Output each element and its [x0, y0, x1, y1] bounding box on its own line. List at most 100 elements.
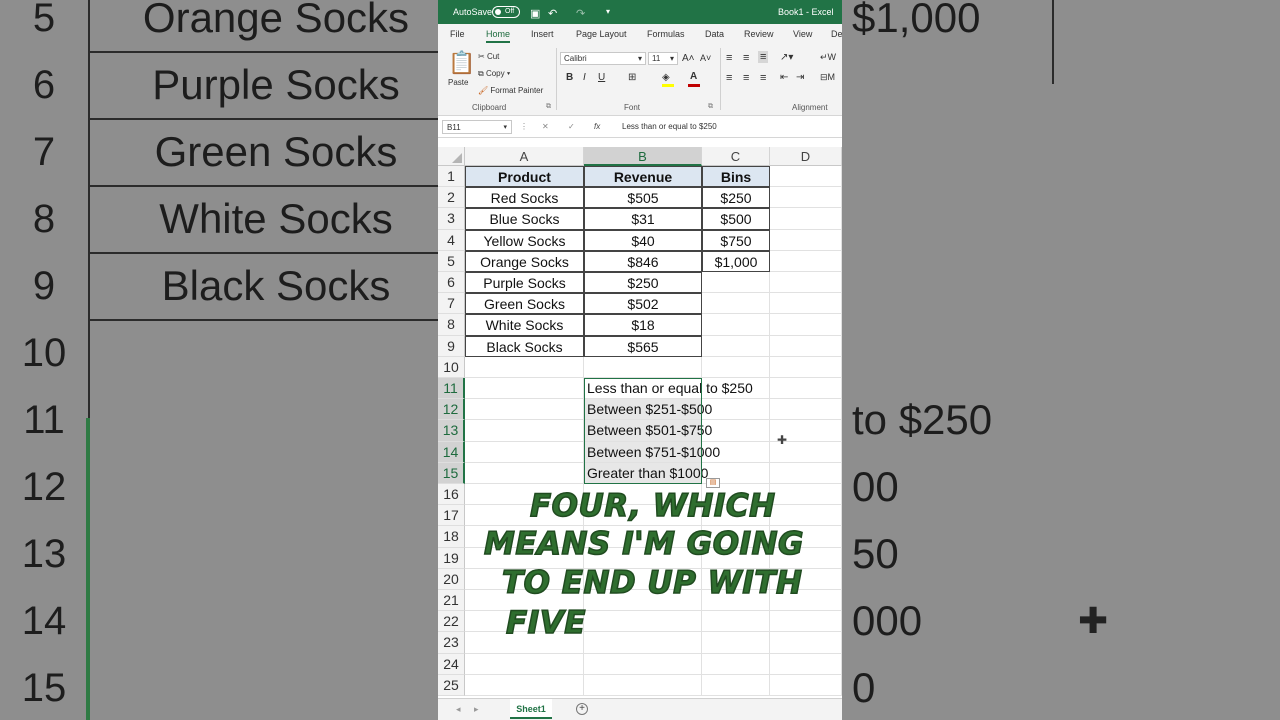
- sheet-tab-sheet1[interactable]: Sheet1: [510, 699, 552, 719]
- bin-label-cell[interactable]: Greater than $1000: [584, 462, 708, 484]
- orientation-icon[interactable]: ↗▾: [780, 52, 793, 63]
- revenue-cell[interactable]: $250: [584, 272, 702, 294]
- row-header-21[interactable]: 21: [438, 590, 465, 612]
- row-header-7[interactable]: 7: [438, 293, 465, 315]
- tab-page-layout[interactable]: Page Layout: [576, 29, 627, 39]
- header-cell-revenue[interactable]: Revenue: [584, 166, 702, 188]
- empty-cell[interactable]: [702, 420, 770, 442]
- revenue-cell[interactable]: $31: [584, 208, 702, 230]
- align-center-icon[interactable]: ≡: [743, 72, 749, 84]
- empty-cell[interactable]: [770, 674, 842, 696]
- product-cell[interactable]: Orange Socks: [465, 250, 584, 272]
- empty-cell[interactable]: [770, 611, 842, 633]
- row-header-19[interactable]: 19: [438, 547, 465, 569]
- empty-cell[interactable]: [770, 378, 842, 400]
- copy-button[interactable]: ⧉ Copy ▾: [478, 69, 510, 79]
- align-bottom-icon[interactable]: ≡: [758, 51, 769, 63]
- product-cell[interactable]: Black Socks: [465, 335, 584, 357]
- align-middle-icon[interactable]: ≡: [743, 52, 749, 64]
- empty-cell[interactable]: [465, 441, 584, 463]
- empty-cell[interactable]: [702, 653, 770, 675]
- empty-cell[interactable]: [584, 611, 702, 633]
- row-header-17[interactable]: 17: [438, 505, 465, 527]
- row-header-5[interactable]: 5: [438, 250, 465, 272]
- select-all-button[interactable]: [438, 147, 465, 166]
- bold-button[interactable]: B: [566, 72, 573, 83]
- tab-file[interactable]: File: [450, 29, 465, 39]
- row-header-2[interactable]: 2: [438, 187, 465, 209]
- bin-label-cell[interactable]: Between $501-$750: [584, 420, 712, 442]
- row-header-12[interactable]: 12: [438, 399, 465, 421]
- format-painter-button[interactable]: 🖌 Format Painter: [478, 86, 543, 95]
- revenue-cell[interactable]: $40: [584, 229, 702, 251]
- increase-font-icon[interactable]: A˄: [682, 53, 695, 64]
- autosave-toggle[interactable]: Off: [492, 6, 520, 18]
- bins-cell[interactable]: $1,000: [702, 250, 770, 272]
- revenue-cell[interactable]: $505: [584, 187, 702, 209]
- empty-cell[interactable]: [465, 462, 584, 484]
- header-cell-bins[interactable]: Bins: [702, 166, 770, 188]
- empty-cell[interactable]: [584, 674, 702, 696]
- row-header-25[interactable]: 25: [438, 674, 465, 696]
- product-cell[interactable]: Yellow Socks: [465, 229, 584, 251]
- scroll-left-icon[interactable]: ◂: [456, 704, 461, 715]
- align-top-icon[interactable]: ≡: [726, 52, 732, 64]
- empty-cell[interactable]: [770, 293, 842, 315]
- revenue-cell[interactable]: $18: [584, 314, 702, 336]
- enter-icon[interactable]: ✓: [568, 122, 575, 131]
- product-cell[interactable]: Blue Socks: [465, 208, 584, 230]
- scroll-right-icon[interactable]: ▸: [474, 704, 479, 715]
- row-header-24[interactable]: 24: [438, 653, 465, 675]
- decrease-font-icon[interactable]: A˅: [700, 53, 711, 63]
- empty-cell[interactable]: [702, 611, 770, 633]
- empty-cell[interactable]: [770, 187, 842, 209]
- tab-data[interactable]: Data: [705, 29, 724, 39]
- row-header-23[interactable]: 23: [438, 632, 465, 654]
- tab-formulas[interactable]: Formulas: [647, 29, 685, 39]
- wrap-text-button[interactable]: ↵W: [820, 52, 836, 63]
- bin-label-cell[interactable]: Less than or equal to $250: [584, 378, 753, 400]
- revenue-cell[interactable]: $502: [584, 293, 702, 315]
- empty-cell[interactable]: [770, 272, 842, 294]
- row-header-13[interactable]: 13: [438, 420, 465, 442]
- underline-button[interactable]: U: [598, 72, 605, 83]
- empty-cell[interactable]: [584, 632, 702, 654]
- empty-cell[interactable]: [702, 356, 770, 378]
- row-header-16[interactable]: 16: [438, 484, 465, 506]
- empty-cell[interactable]: [702, 399, 770, 421]
- header-cell-product[interactable]: Product: [465, 166, 584, 188]
- dialog-launcher-icon[interactable]: ⧉: [708, 103, 713, 111]
- name-box[interactable]: B11 ▾: [442, 120, 512, 134]
- row-header-22[interactable]: 22: [438, 611, 465, 633]
- row-header-10[interactable]: 10: [438, 356, 465, 378]
- tab-review[interactable]: Review: [744, 29, 774, 39]
- empty-cell[interactable]: [770, 399, 842, 421]
- column-header-b[interactable]: B: [584, 147, 702, 166]
- revenue-cell[interactable]: $846: [584, 250, 702, 272]
- product-cell[interactable]: Purple Socks: [465, 272, 584, 294]
- italic-button[interactable]: I: [583, 72, 586, 83]
- bins-cell[interactable]: $250: [702, 187, 770, 209]
- tab-view[interactable]: View: [793, 29, 812, 39]
- cut-button[interactable]: ✂ Cut: [478, 52, 499, 61]
- bins-cell[interactable]: $500: [702, 208, 770, 230]
- paste-button[interactable]: Paste: [448, 78, 468, 87]
- cancel-icon[interactable]: ✕: [542, 122, 549, 131]
- empty-cell[interactable]: [770, 335, 842, 357]
- empty-cell[interactable]: [702, 272, 770, 294]
- bin-label-cell[interactable]: Between $751-$1000: [584, 441, 720, 463]
- save-icon[interactable]: ▣: [530, 7, 540, 20]
- empty-cell[interactable]: [770, 505, 842, 527]
- fill-color-icon[interactable]: ◈: [662, 72, 670, 83]
- empty-cell[interactable]: [770, 356, 842, 378]
- product-cell[interactable]: Red Socks: [465, 187, 584, 209]
- borders-icon[interactable]: ⊞: [628, 72, 636, 83]
- empty-cell[interactable]: [702, 293, 770, 315]
- row-header-4[interactable]: 4: [438, 229, 465, 251]
- row-header-8[interactable]: 8: [438, 314, 465, 336]
- tab-developer[interactable]: De: [831, 29, 842, 39]
- product-cell[interactable]: Green Socks: [465, 293, 584, 315]
- empty-cell[interactable]: [770, 462, 842, 484]
- empty-cell[interactable]: [770, 229, 842, 251]
- row-header-3[interactable]: 3: [438, 208, 465, 230]
